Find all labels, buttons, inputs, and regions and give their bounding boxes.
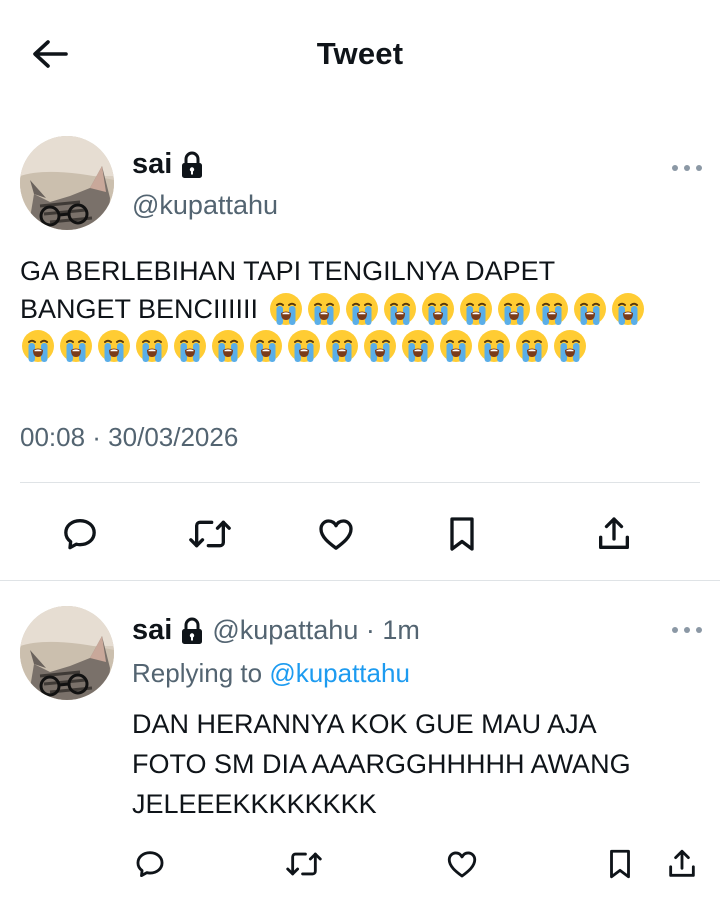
retweet-button[interactable] xyxy=(282,842,326,886)
like-icon xyxy=(447,851,477,878)
author-handle[interactable]: @kupattahu xyxy=(132,190,278,221)
dot-icon xyxy=(684,627,690,633)
replying-prefix: Replying to xyxy=(132,658,263,688)
author-name[interactable]: sai xyxy=(132,614,172,647)
author-name[interactable]: sai xyxy=(132,148,172,181)
reply-icon xyxy=(136,851,164,878)
author-row: sai xyxy=(132,148,204,181)
loudly-crying-face-icon xyxy=(478,330,510,362)
loudly-crying-face-icon xyxy=(402,330,434,362)
loudly-crying-face-icon xyxy=(384,293,417,325)
loudly-crying-face-icon xyxy=(98,330,130,362)
loudly-crying-face-icon xyxy=(212,330,244,362)
loudly-crying-face-icon xyxy=(498,293,531,325)
tweet-actions xyxy=(0,510,720,558)
tweet-text-line xyxy=(20,328,700,364)
loudly-crying-face-icon xyxy=(346,293,379,325)
reply-author-row: sai @kupattahu · 1m xyxy=(132,614,420,647)
loudly-crying-face-icon xyxy=(136,330,168,362)
lock-icon xyxy=(182,151,203,178)
emoji-group xyxy=(20,328,590,364)
bookmark-icon xyxy=(610,849,630,879)
loudly-crying-face-icon xyxy=(364,330,396,362)
loudly-crying-face-icon xyxy=(60,330,92,362)
reply-text-line: JELEEEKKKKKKKK xyxy=(132,789,377,819)
divider xyxy=(20,482,700,483)
loudly-crying-face-icon xyxy=(326,330,358,362)
tweet-timestamp: 00:08 · 30/03/2026 xyxy=(20,422,239,452)
dot-icon xyxy=(672,165,678,171)
cat-photo-icon xyxy=(20,136,114,230)
loudly-crying-face-icon xyxy=(308,293,341,325)
bookmark-button[interactable] xyxy=(438,510,486,558)
loudly-crying-face-icon xyxy=(22,330,54,362)
cat-photo-icon xyxy=(20,606,114,700)
loudly-crying-face-icon xyxy=(440,330,472,362)
bookmark-icon xyxy=(450,517,474,551)
retweet-icon xyxy=(286,852,322,876)
loudly-crying-face-icon xyxy=(574,293,607,325)
more-options-button[interactable] xyxy=(672,158,702,178)
avatar[interactable] xyxy=(20,136,114,230)
lock-icon xyxy=(182,617,203,644)
share-button[interactable] xyxy=(590,510,638,558)
tweet-text-line: BANGET BENCIIIIII xyxy=(20,290,700,328)
tweet-text: GA BERLEBIHAN TAPI TENGILNYA DAPET BANGE… xyxy=(20,252,700,364)
reply-text-line: FOTO SM DIA AAARGGHHHHH AWANG xyxy=(132,749,631,779)
dot-icon xyxy=(696,165,702,171)
top-bar: Tweet xyxy=(0,0,720,110)
more-options-button[interactable] xyxy=(672,620,702,640)
loudly-crying-face-icon xyxy=(460,293,493,325)
reply-text: DAN HERANNYA KOK GUE MAU AJA FOTO SM DIA… xyxy=(132,704,692,824)
dot-icon xyxy=(696,627,702,633)
loudly-crying-face-icon xyxy=(516,330,548,362)
tweet-text-line: GA BERLEBIHAN TAPI TENGILNYA DAPET xyxy=(20,256,556,286)
loudly-crying-face-icon xyxy=(288,330,320,362)
reply-icon xyxy=(64,519,96,550)
loudly-crying-face-icon xyxy=(174,330,206,362)
replying-handle-link[interactable]: @kupattahu xyxy=(269,658,410,688)
like-button[interactable] xyxy=(312,510,360,558)
share-icon xyxy=(599,517,629,549)
reply-button[interactable] xyxy=(128,842,172,886)
page-title: Tweet xyxy=(316,36,404,71)
dot-icon xyxy=(684,165,690,171)
loudly-crying-face-icon xyxy=(270,293,303,325)
divider xyxy=(0,580,720,581)
like-button[interactable] xyxy=(440,842,484,886)
loudly-crying-face-icon xyxy=(612,293,645,325)
bookmark-button[interactable] xyxy=(598,842,642,886)
emoji-group xyxy=(268,291,648,327)
reply-actions xyxy=(0,842,720,886)
author-handle-time[interactable]: @kupattahu · 1m xyxy=(212,615,420,646)
loudly-crying-face-icon xyxy=(422,293,455,325)
retweet-icon xyxy=(189,520,231,548)
dot-icon xyxy=(672,627,678,633)
avatar[interactable] xyxy=(20,606,114,700)
retweet-button[interactable] xyxy=(186,510,234,558)
loudly-crying-face-icon xyxy=(250,330,282,362)
reply-button[interactable] xyxy=(56,510,104,558)
loudly-crying-face-icon xyxy=(536,293,569,325)
reply-text-line: DAN HERANNYA KOK GUE MAU AJA xyxy=(132,709,597,739)
like-icon xyxy=(319,519,353,550)
replying-to: Replying to @kupattahu xyxy=(132,658,410,689)
share-button[interactable] xyxy=(660,842,704,886)
loudly-crying-face-icon xyxy=(554,330,586,362)
share-icon xyxy=(669,849,695,877)
